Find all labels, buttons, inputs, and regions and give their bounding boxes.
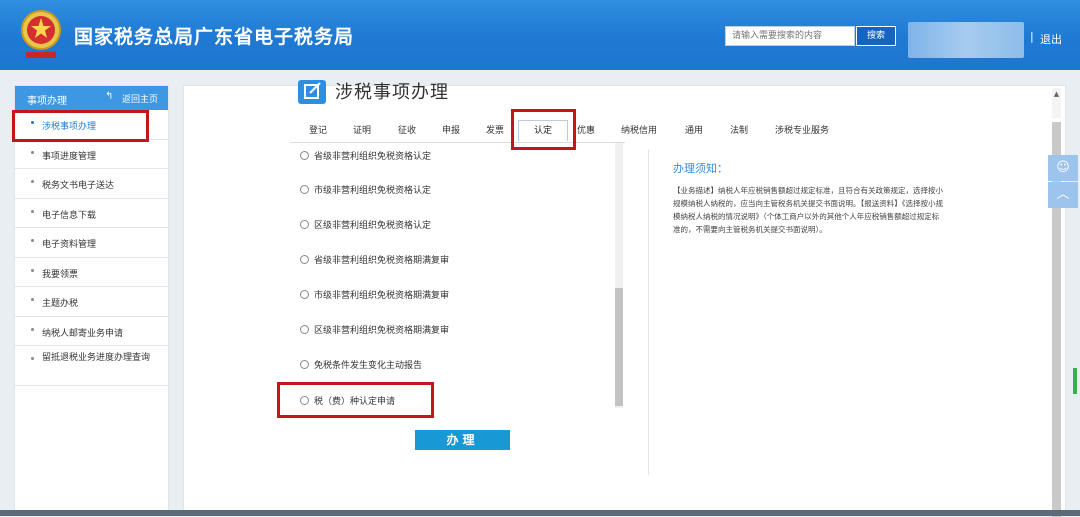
tab-general[interactable]: 通用 — [685, 123, 703, 136]
tab-credit[interactable]: 纳税信用 — [621, 123, 657, 136]
notice-body: 【业务描述】纳税人年应税销售额超过规定标准，且符合有关政策规定，选择按小规模纳税… — [673, 186, 943, 234]
search-button[interactable]: 搜索 — [856, 26, 896, 46]
back-arrow-icon[interactable]: ↰ — [105, 91, 113, 102]
tab-professional-service[interactable]: 涉税专业服务 — [775, 123, 829, 136]
option-list: 省级非营利组织免税资格认定 市级非营利组织免税资格认定 区级非营利组织免税资格认… — [290, 143, 625, 413]
sidebar-item-get-invoice[interactable]: 我要领票 — [15, 258, 168, 287]
sidebar-item-info-download[interactable]: 电子信息下载 — [15, 199, 168, 228]
sidebar-item-label: 留抵退税业务进度办理查询 — [42, 353, 151, 363]
option-label: 市级非营利组织免税资格认定 — [314, 186, 432, 196]
back-to-top-icon[interactable]: ︿ — [1048, 182, 1078, 208]
list-item[interactable]: 市级非营利组织免税资格认定 — [300, 183, 431, 196]
sidebar-item-label: 事项进度管理 — [42, 151, 97, 162]
option-label: 区级非营利组织免税资格认定 — [314, 221, 432, 231]
sidebar-item-progress[interactable]: 事项进度管理 — [15, 140, 168, 169]
bullet-icon — [31, 150, 34, 154]
list-scrollbar-thumb[interactable] — [615, 288, 623, 406]
tab-certificate[interactable]: 证明 — [353, 123, 371, 136]
header-bar: 国家税务总局广东省电子税务局 搜索 | 退出 — [0, 0, 1080, 70]
option-label: 省级非营利组织免税资格认定 — [314, 152, 432, 162]
sidebar-item-label: 纳税人邮寄业务申请 — [42, 328, 124, 339]
chat-icon[interactable]: ☺ — [1048, 155, 1078, 181]
list-item[interactable]: 市级非营利组织免税资格期满复审 — [300, 288, 449, 301]
bullet-icon — [31, 357, 34, 360]
list-item[interactable]: 区级非营利组织免税资格期满复审 — [300, 323, 449, 336]
search-input[interactable] — [725, 26, 855, 46]
sidebar-item-refund-query[interactable]: 留抵退税业务进度办理查询 — [15, 346, 168, 386]
user-info-blurred — [908, 22, 1024, 58]
sidebar-item-label: 主题办税 — [42, 299, 79, 309]
header-separator: | — [1030, 30, 1034, 43]
highlight-box-tab — [511, 109, 576, 150]
list-item[interactable]: 省级非营利组织免税资格认定 — [300, 149, 431, 162]
taskbar — [0, 510, 1080, 516]
tab-invoice[interactable]: 发票 — [486, 123, 504, 136]
option-label: 区级非营利组织免税资格期满复审 — [314, 326, 450, 336]
bullet-icon — [31, 239, 34, 242]
tab-preferential[interactable]: 优惠 — [577, 123, 595, 136]
logout-link[interactable]: 退出 — [1040, 31, 1062, 47]
radio-icon[interactable] — [300, 151, 309, 160]
tax-emblem-icon — [21, 10, 61, 58]
tab-legal[interactable]: 法制 — [730, 123, 748, 136]
sidebar-item-label: 电子信息下载 — [42, 210, 97, 221]
highlight-box-option — [277, 382, 434, 418]
category-tabs: 登记 证明 征收 申报 发票 认定 优惠 纳税信用 通用 法制 涉税专业服务 — [300, 117, 900, 141]
bullet-icon — [31, 268, 34, 272]
option-label: 免税条件发生变化主动报告 — [314, 361, 423, 371]
sidebar-item-theme-tax[interactable]: 主题办税 — [15, 287, 168, 317]
bullet-icon — [31, 180, 34, 183]
radio-icon[interactable] — [300, 185, 309, 194]
status-indicator — [1073, 368, 1077, 394]
scroll-up-arrow-icon[interactable]: ▲ — [1052, 90, 1061, 98]
radio-icon[interactable] — [300, 255, 309, 264]
panel-divider — [648, 150, 649, 475]
tab-collection[interactable]: 征收 — [398, 123, 416, 136]
sidebar-item-e-documents[interactable]: 电子资料管理 — [15, 228, 168, 258]
tab-declaration[interactable]: 申报 — [442, 123, 460, 136]
sidebar-header: 事项办理 ↰ 返回主页 — [15, 86, 168, 110]
submit-button[interactable]: 办理 — [415, 430, 510, 450]
sidebar: 事项办理 ↰ 返回主页 涉税事项办理 事项进度管理 税务文书电子送达 电子信息下… — [14, 85, 169, 515]
radio-icon[interactable] — [300, 290, 309, 299]
edit-icon — [298, 80, 326, 104]
site-title: 国家税务总局广东省电子税务局 — [74, 26, 355, 48]
tab-register[interactable]: 登记 — [309, 123, 327, 136]
list-item[interactable]: 免税条件发生变化主动报告 — [300, 358, 422, 371]
sidebar-item-mail-service[interactable]: 纳税人邮寄业务申请 — [15, 317, 168, 346]
page-title: 涉税事项办理 — [335, 82, 449, 103]
sidebar-item-label: 电子资料管理 — [42, 240, 97, 250]
option-label: 省级非营利组织免税资格期满复审 — [314, 256, 450, 266]
sidebar-item-label: 我要领票 — [42, 269, 79, 280]
radio-icon[interactable] — [300, 325, 309, 334]
list-item[interactable]: 区级非营利组织免税资格认定 — [300, 218, 431, 231]
option-label: 市级非营利组织免税资格期满复审 — [314, 291, 450, 301]
bullet-icon — [31, 327, 34, 331]
sidebar-item-label: 税务文书电子送达 — [42, 181, 115, 191]
bullet-icon — [31, 209, 34, 213]
radio-icon[interactable] — [300, 220, 309, 229]
list-item[interactable]: 省级非营利组织免税资格期满复审 — [300, 253, 449, 266]
radio-icon[interactable] — [300, 360, 309, 369]
notice-title: 办理须知： — [673, 162, 728, 175]
sidebar-item-e-delivery[interactable]: 税务文书电子送达 — [15, 169, 168, 199]
return-home-link[interactable]: 返回主页 — [122, 92, 158, 105]
highlight-box-sidebar — [12, 110, 149, 142]
sidebar-title: 事项办理 — [27, 96, 67, 107]
bullet-icon — [31, 298, 34, 301]
